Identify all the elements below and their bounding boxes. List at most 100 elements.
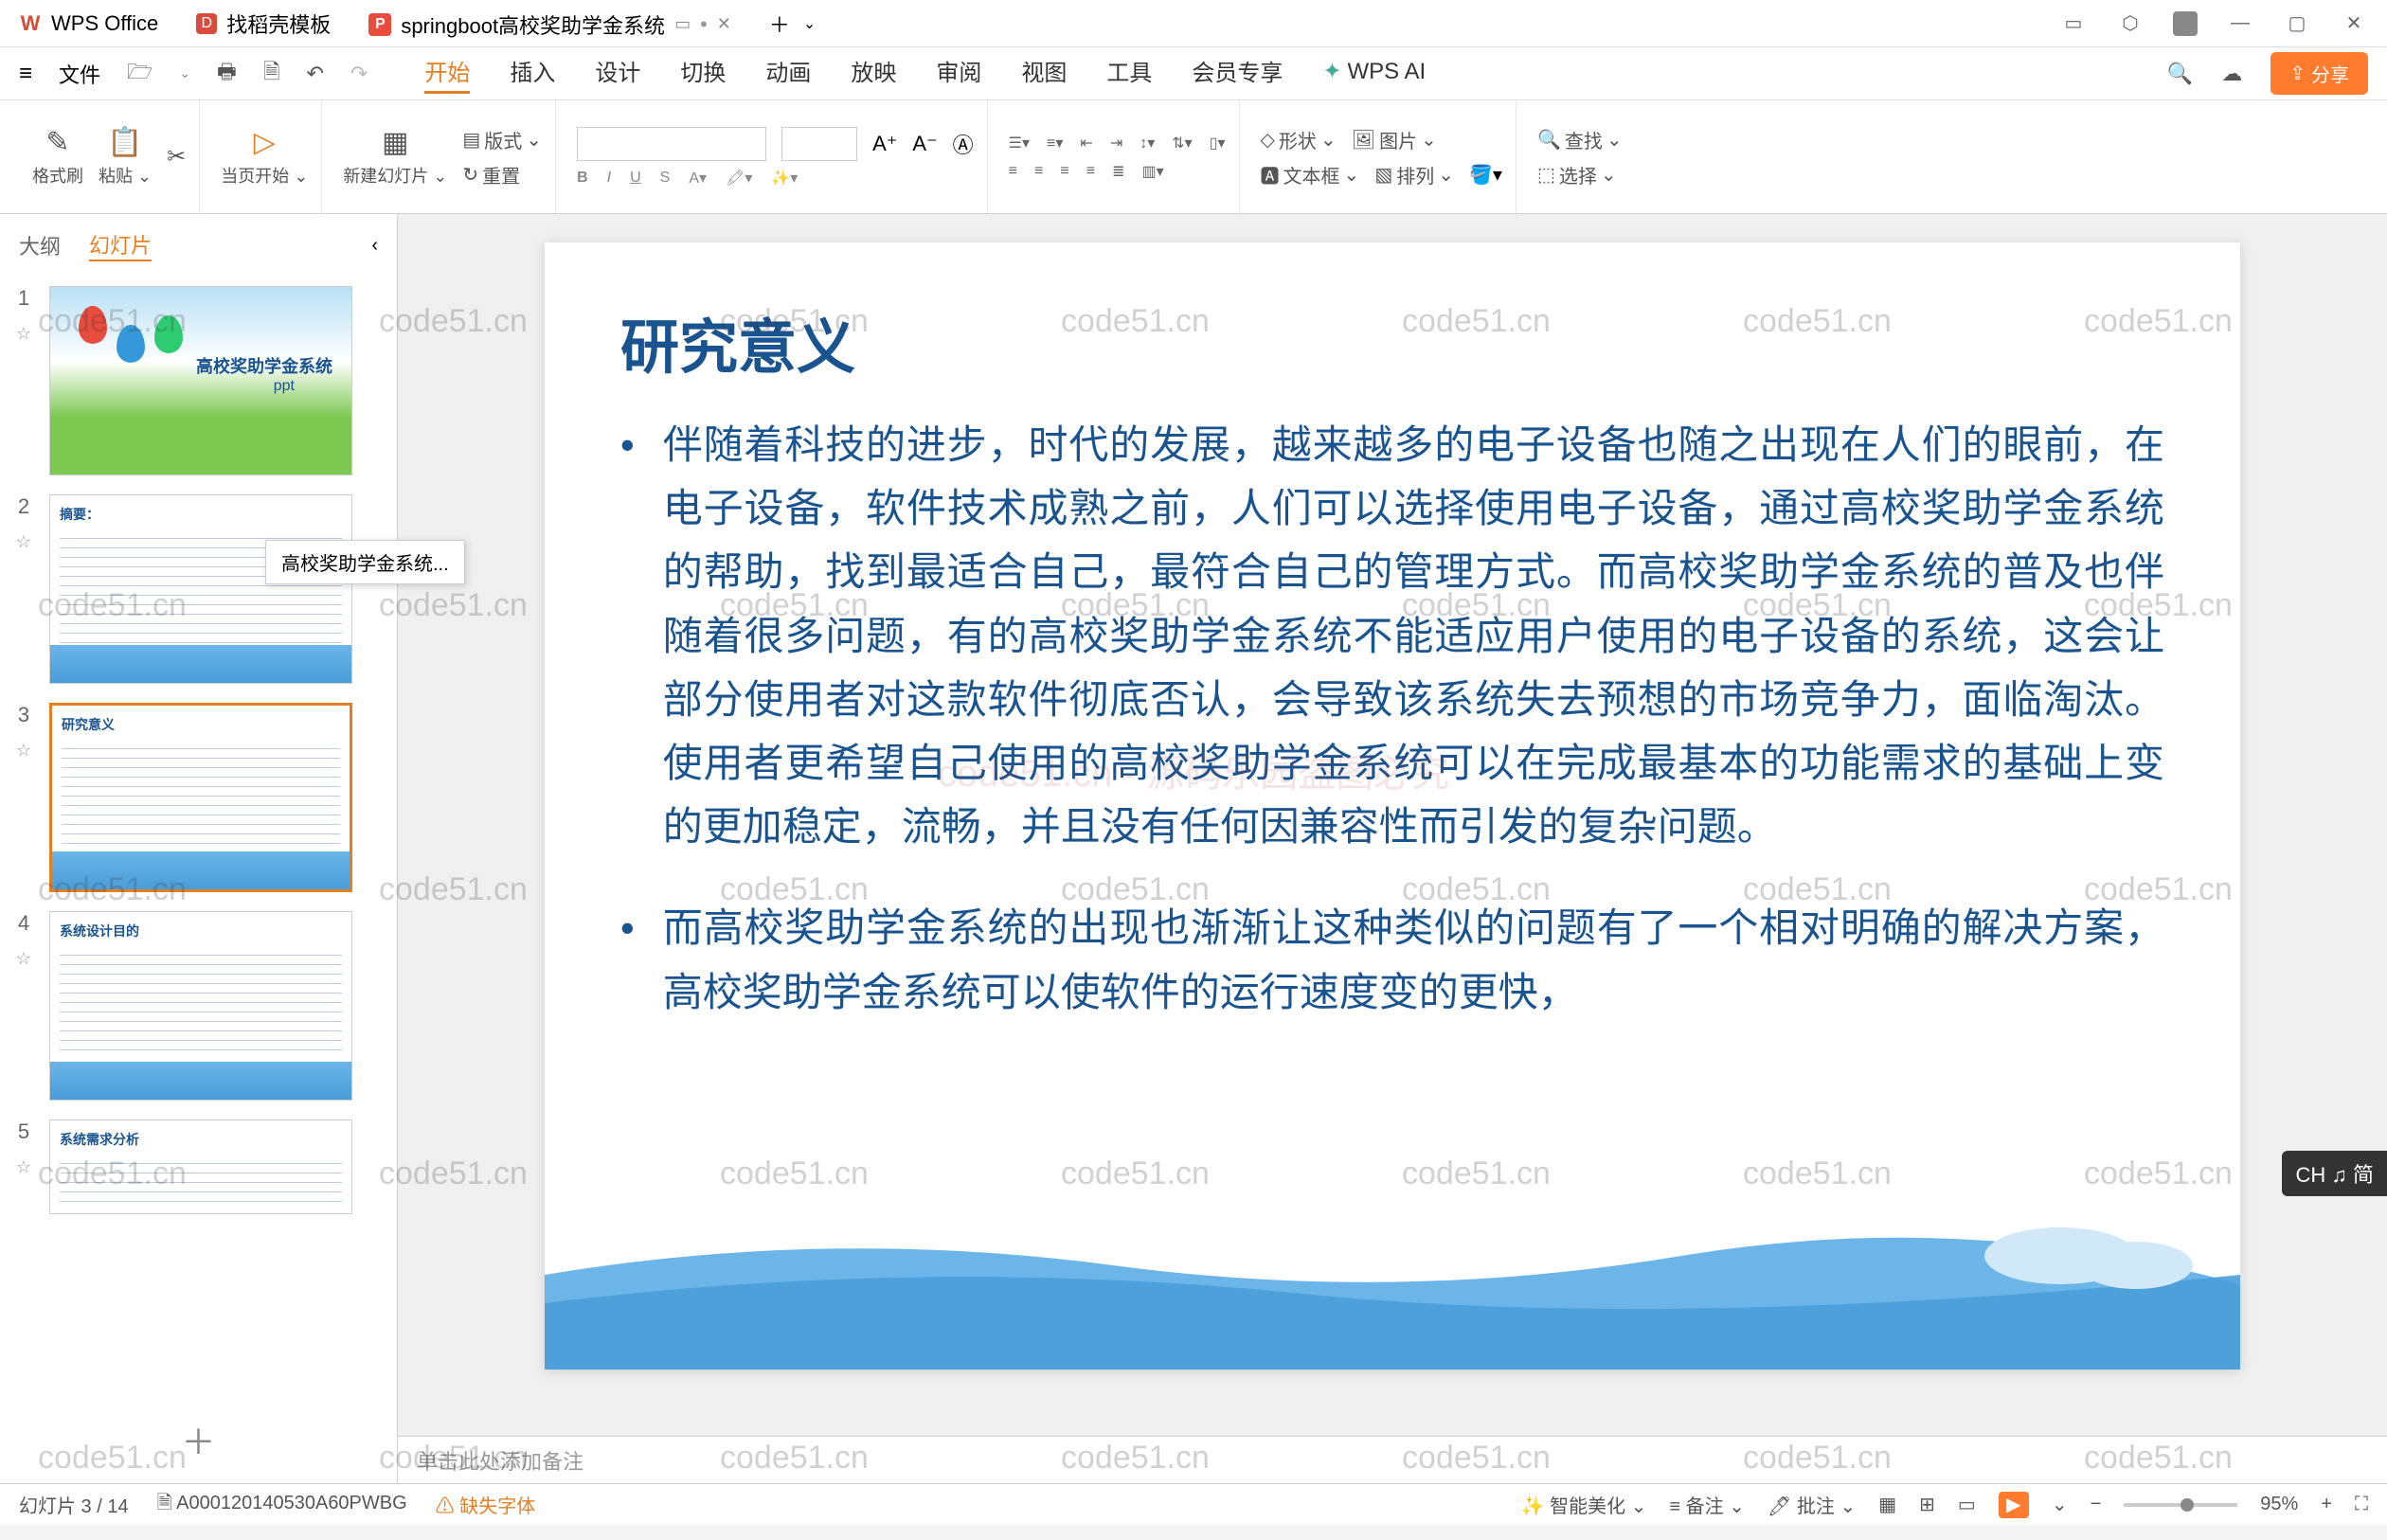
comment-toggle[interactable]: 🖊 批注 ⌄: [1768, 1491, 1856, 1518]
bold-icon[interactable]: B: [577, 170, 588, 187]
new-tab-button[interactable]: ＋⌄: [750, 0, 835, 46]
fill-color-icon[interactable]: 🪣▾: [1469, 163, 1502, 187]
slideshow-dropdown-icon[interactable]: ⌄: [2052, 1493, 2068, 1516]
notes-toggle[interactable]: ≡ 备注 ⌄: [1669, 1491, 1745, 1518]
slide-title[interactable]: 研究意义: [545, 242, 2240, 413]
textbox-button[interactable]: 🅰文本框 ⌄: [1261, 161, 1360, 188]
app-tab-wps[interactable]: W WPS Office: [0, 0, 177, 46]
thumbnail-2[interactable]: 摘要：: [49, 494, 352, 684]
app-tab-template[interactable]: D 找稻壳模板: [177, 0, 350, 46]
align-center-icon[interactable]: ≡: [1034, 163, 1043, 180]
clear-format-icon[interactable]: Ⓐ: [953, 129, 974, 159]
slideshow-button[interactable]: ▶: [1999, 1492, 2029, 1518]
star-icon[interactable]: ☆: [16, 1157, 31, 1177]
missing-font-warning[interactable]: ⚠ 缺失字体: [436, 1491, 536, 1518]
zoom-out-icon[interactable]: −: [2091, 1494, 2102, 1515]
thumbnails-list[interactable]: 1☆ 高校奖助学金系统 ppt 2☆ 摘要： 3☆: [0, 277, 397, 1396]
minimize-icon[interactable]: —: [2226, 9, 2254, 38]
cloud-upload-icon[interactable]: ☁: [2221, 62, 2242, 86]
text-direction-icon[interactable]: ⇅▾: [1172, 134, 1192, 152]
underline-icon[interactable]: U: [630, 170, 641, 187]
zoom-in-icon[interactable]: +: [2321, 1494, 2332, 1515]
select-button[interactable]: ⬚选择 ⌄: [1537, 161, 1623, 188]
line-spacing-icon[interactable]: ↕▾: [1140, 134, 1155, 152]
slide-body[interactable]: • 伴随着科技的进步，时代的发展，越来越多的电子设备也随之出现在人们的眼前，在电…: [545, 413, 2240, 1024]
star-icon[interactable]: ☆: [16, 741, 31, 761]
italic-icon[interactable]: I: [607, 170, 611, 187]
align-right-icon[interactable]: ≡: [1060, 163, 1068, 180]
reset-button[interactable]: ↻重置: [462, 161, 542, 188]
star-icon[interactable]: ☆: [16, 532, 31, 552]
bullet-list-icon[interactable]: ☰▾: [1009, 134, 1030, 152]
font-color-icon[interactable]: A▾: [689, 169, 707, 188]
columns-icon[interactable]: ▥▾: [1141, 162, 1163, 181]
collapse-panel-icon[interactable]: ‹: [371, 235, 378, 257]
distribute-icon[interactable]: ≣: [1112, 162, 1124, 181]
layout-button[interactable]: ▤版式 ⌄: [462, 126, 542, 153]
preview-icon[interactable]: 🗎: [263, 56, 280, 92]
file-menu[interactable]: 文件: [59, 59, 100, 89]
beautify-button[interactable]: ✨ 智能美化 ⌄: [1521, 1491, 1647, 1518]
slide-canvas[interactable]: 研究意义 • 伴随着科技的进步，时代的发展，越来越多的电子设备也随之出现在人们的…: [545, 242, 2240, 1370]
shape-button[interactable]: ◇形状 ⌄: [1261, 126, 1337, 153]
increase-font-icon[interactable]: A⁺: [872, 132, 897, 156]
paste-button[interactable]: 📋粘贴 ⌄: [99, 126, 152, 188]
indent-increase-icon[interactable]: ⇥: [1110, 134, 1122, 152]
new-slide-button[interactable]: ▦新建幻灯片 ⌄: [343, 126, 447, 188]
tab-insert[interactable]: 插入: [510, 54, 555, 94]
open-folder-icon[interactable]: 🗁: [127, 56, 153, 92]
app-tab-document[interactable]: P springboot高校奖助学金系统 ▭ • ✕: [350, 0, 750, 46]
notes-area[interactable]: 单击此处添加备注: [398, 1436, 2387, 1483]
undo-icon[interactable]: ↶: [307, 62, 324, 86]
tab-ai[interactable]: ✦WPS AI: [1322, 54, 1426, 94]
format-brush-button[interactable]: ✎格式刷: [32, 126, 83, 188]
search-icon[interactable]: 🔍: [2167, 62, 2193, 86]
thumbnail-5[interactable]: 系统需求分析: [49, 1119, 352, 1214]
align-vertical-icon[interactable]: ▯▾: [1210, 134, 1226, 152]
fit-window-icon[interactable]: ⛶: [2355, 1494, 2368, 1515]
indent-decrease-icon[interactable]: ⇤: [1080, 134, 1092, 152]
tab-view[interactable]: 视图: [1021, 54, 1067, 94]
font-family-select[interactable]: [577, 127, 766, 161]
maximize-icon[interactable]: ▢: [2283, 9, 2311, 38]
cut-button[interactable]: ✂: [167, 143, 186, 170]
align-left-icon[interactable]: ≡: [1009, 163, 1017, 180]
tab-tools[interactable]: 工具: [1106, 54, 1152, 94]
tab-animation[interactable]: 动画: [765, 54, 811, 94]
tab-design[interactable]: 设计: [595, 54, 640, 94]
thumbnail-1[interactable]: 高校奖助学金系统 ppt: [49, 286, 352, 475]
redo-icon[interactable]: ↷: [350, 62, 368, 86]
tab-transition[interactable]: 切换: [680, 54, 726, 94]
arrange-button[interactable]: ▧排列 ⌄: [1374, 161, 1454, 188]
avatar-icon[interactable]: [2173, 11, 2198, 36]
thumbnail-3[interactable]: 研究意义: [49, 703, 352, 892]
star-icon[interactable]: ☆: [16, 324, 31, 344]
share-button[interactable]: ⇪分享: [2270, 52, 2368, 95]
close-tab-icon[interactable]: ✕: [717, 14, 731, 34]
thumbnail-4[interactable]: 系统设计目的: [49, 911, 352, 1101]
picture-button[interactable]: 🖼图片 ⌄: [1352, 126, 1437, 153]
find-button[interactable]: 🔍查找 ⌄: [1537, 126, 1623, 153]
tab-review[interactable]: 审阅: [936, 54, 981, 94]
star-icon[interactable]: ☆: [16, 949, 31, 969]
number-list-icon[interactable]: ≡▾: [1047, 134, 1063, 152]
tab-start[interactable]: 开始: [424, 54, 470, 94]
hamburger-icon[interactable]: ≡: [19, 61, 32, 87]
play-from-current-button[interactable]: ▷当页开始 ⌄: [221, 126, 308, 188]
strikethrough-icon[interactable]: S: [660, 170, 671, 187]
tab-slideshow[interactable]: 放映: [851, 54, 896, 94]
view-normal-icon[interactable]: ▦: [1878, 1493, 1896, 1516]
zoom-level[interactable]: 95%: [2260, 1494, 2298, 1515]
add-slide-button[interactable]: ＋: [0, 1396, 397, 1483]
zoom-slider[interactable]: [2124, 1503, 2237, 1507]
decrease-font-icon[interactable]: A⁻: [912, 132, 937, 156]
tab-member[interactable]: 会员专享: [1192, 54, 1283, 94]
print-icon[interactable]: 🖶: [217, 56, 237, 92]
font-size-select[interactable]: [781, 127, 857, 161]
view-sorter-icon[interactable]: ⊞: [1919, 1493, 1935, 1516]
align-justify-icon[interactable]: ≡: [1086, 163, 1095, 180]
language-indicator[interactable]: CH ♫ 简: [2282, 1151, 2387, 1196]
slides-tab[interactable]: 幻灯片: [89, 229, 152, 261]
view-reading-icon[interactable]: ▭: [1958, 1493, 1976, 1516]
cube-icon[interactable]: ⬡: [2116, 9, 2145, 38]
